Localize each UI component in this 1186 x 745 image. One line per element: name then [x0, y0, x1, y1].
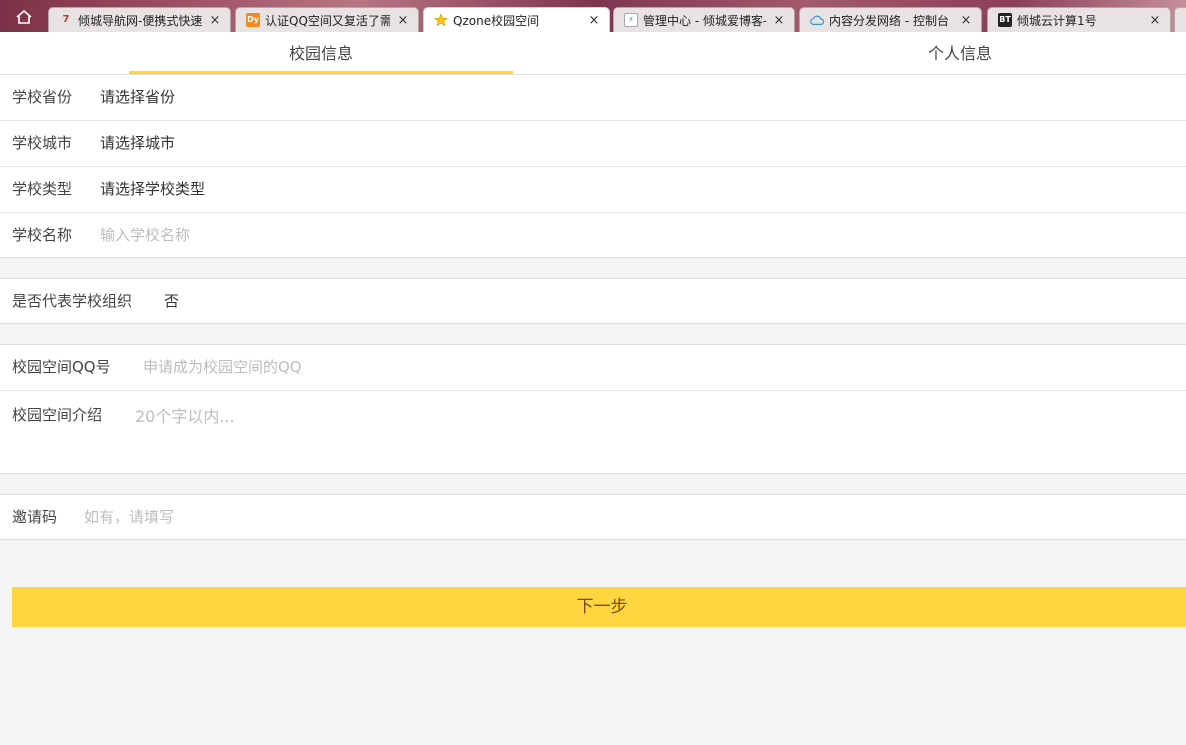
close-tab-icon[interactable]: ×: [959, 13, 973, 28]
tab-title: 倾城导航网-便携式快速导航: [78, 13, 202, 28]
browser-tab[interactable]: BT 倾城云计算1号 ×: [987, 7, 1171, 32]
org-row[interactable]: 是否代表学校组织 否: [0, 279, 1186, 325]
invite-row: 邀请码 如有，请填写: [0, 495, 1186, 541]
page-content: 校园信息 个人信息 学校省份 请选择省份 学校城市 请选择城市 学校类型 请选择…: [0, 32, 1186, 745]
browser-tab[interactable]: 7 倾城导航网-便携式快速导航 ×: [48, 7, 231, 32]
invite-code-input[interactable]: 如有，请填写: [84, 495, 174, 540]
field-label: 学校省份: [12, 88, 73, 106]
field-label: 校园空间QQ号: [12, 358, 111, 376]
school-name-input[interactable]: 输入学校名称: [100, 213, 190, 258]
field-label: 学校名称: [12, 226, 73, 244]
qq-input[interactable]: 申请成为校园空间的QQ: [143, 345, 302, 390]
close-tab-icon[interactable]: ×: [208, 13, 222, 28]
field-label: 校园空间介绍: [12, 406, 103, 424]
field-label: 学校类型: [12, 180, 73, 198]
space-info-section: 校园空间QQ号 申请成为校园空间的QQ 校园空间介绍 20个字以内...: [0, 344, 1186, 474]
site-favicon-icon: BT: [998, 13, 1012, 27]
browser-tab[interactable]: ⚡ 管理中心 - 倾城爱博客- ×: [613, 7, 795, 32]
tab-title: 管理中心 - 倾城爱博客-: [643, 13, 766, 28]
site-favicon-icon: 7: [62, 14, 70, 25]
invite-section: 邀请码 如有，请填写: [0, 494, 1186, 540]
school-city-row[interactable]: 学校城市 请选择城市: [0, 121, 1186, 167]
blog-favicon-icon: ⚡: [624, 13, 638, 27]
org-select[interactable]: 否: [164, 279, 179, 324]
city-select[interactable]: 请选择城市: [100, 121, 175, 166]
next-step-button[interactable]: 下一步: [12, 587, 1186, 627]
field-label: 邀请码: [12, 508, 58, 526]
field-label: 学校城市: [12, 134, 73, 152]
form-tabs: 校园信息 个人信息: [0, 32, 1186, 75]
intro-row: 校园空间介绍 20个字以内...: [0, 391, 1186, 474]
school-type-select[interactable]: 请选择学校类型: [100, 167, 205, 212]
province-select[interactable]: 请选择省份: [100, 75, 175, 120]
tab-personal-info[interactable]: 个人信息: [768, 32, 1152, 74]
tab-title: 认证QQ空间又复活了需要: [265, 13, 390, 28]
close-tab-icon[interactable]: ×: [587, 13, 601, 28]
school-name-row: 学校名称 输入学校名称: [0, 213, 1186, 259]
browser-tab-partial[interactable]: [1174, 7, 1186, 32]
browser-tab-active[interactable]: Qzone校园空间 ×: [423, 7, 610, 32]
intro-textarea[interactable]: 20个字以内...: [135, 391, 235, 443]
cloud-icon: [810, 13, 824, 27]
tab-label: 校园信息: [288, 44, 353, 63]
close-tab-icon[interactable]: ×: [396, 13, 410, 28]
tab-school-info[interactable]: 校园信息: [129, 32, 513, 75]
tab-title: 倾城云计算1号: [1017, 13, 1097, 28]
close-tab-icon[interactable]: ×: [772, 13, 786, 28]
site-favicon-icon: Dy: [246, 13, 260, 27]
browser-tab[interactable]: 内容分发网络 - 控制台 ×: [799, 7, 982, 32]
star-icon: [434, 13, 448, 27]
field-label: 是否代表学校组织: [12, 292, 133, 310]
school-type-row[interactable]: 学校类型 请选择学校类型: [0, 167, 1186, 213]
school-province-row[interactable]: 学校省份 请选择省份: [0, 75, 1186, 121]
school-info-section: 学校省份 请选择省份 学校城市 请选择城市 学校类型 请选择学校类型 学校名称 …: [0, 74, 1186, 258]
browser-tab-strip: 7 倾城导航网-便携式快速导航 × Dy 认证QQ空间又复活了需要 × Qzon…: [0, 0, 1186, 32]
qq-row: 校园空间QQ号 申请成为校园空间的QQ: [0, 345, 1186, 391]
tab-label: 个人信息: [927, 44, 992, 63]
tab-title: 内容分发网络 - 控制台: [829, 13, 949, 28]
tab-title: Qzone校园空间: [453, 13, 540, 28]
org-section: 是否代表学校组织 否: [0, 278, 1186, 324]
close-tab-icon[interactable]: ×: [1148, 13, 1162, 28]
home-icon[interactable]: [10, 6, 38, 28]
browser-tab[interactable]: Dy 认证QQ空间又复活了需要 ×: [235, 7, 419, 32]
